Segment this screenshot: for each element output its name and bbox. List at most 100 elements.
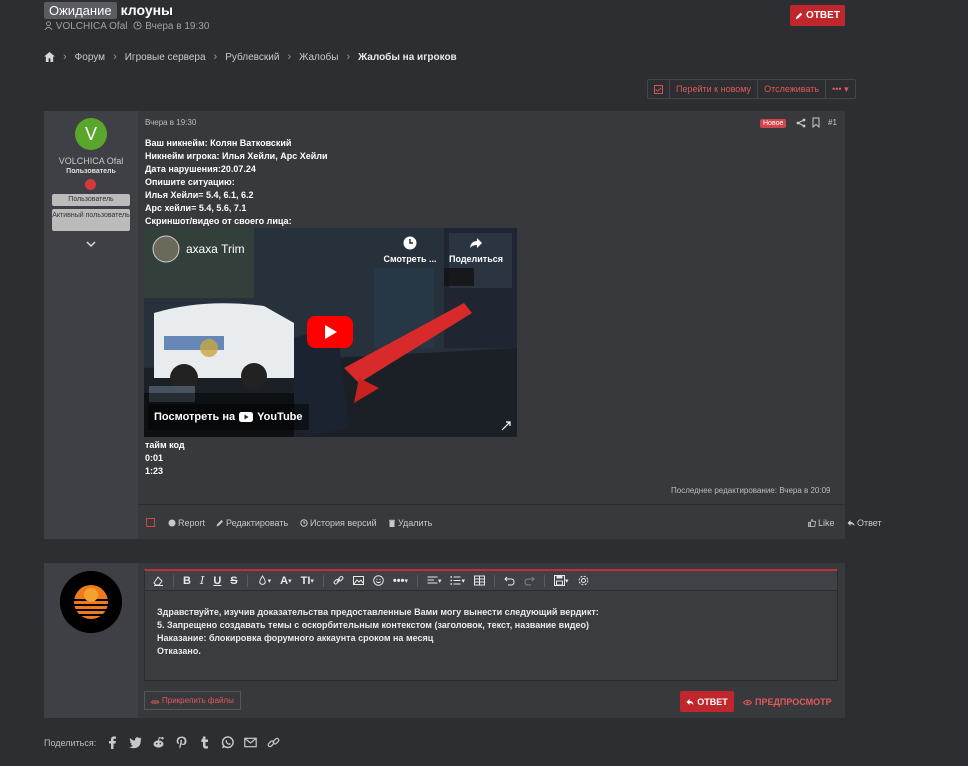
video-embed[interactable]: ахаха Trim Смотреть ... Поделиться Посмо… — [144, 228, 517, 437]
post-reply-button[interactable]: ОТВЕТ — [680, 691, 734, 712]
chevron-down-icon[interactable] — [84, 239, 98, 249]
toolbar-divider — [494, 574, 495, 587]
history-button[interactable]: История версий — [300, 518, 377, 528]
like-label: Like — [818, 518, 835, 528]
delete-button[interactable]: Удалить — [388, 518, 432, 528]
post-number[interactable]: #1 — [828, 118, 837, 127]
save-draft-icon[interactable]: ▾ — [554, 575, 569, 586]
video-play-button[interactable] — [307, 316, 353, 348]
clock-icon — [403, 236, 417, 250]
table-icon[interactable] — [474, 575, 485, 586]
post-line: Арс хейли= 5.4, 5.6, 7.1 — [145, 203, 247, 213]
last-edited: Последнее редактирование: Вчера в 20:09 — [671, 486, 831, 495]
thread-prefix[interactable]: Ожидание — [44, 1, 117, 19]
reply-button-top-label: ОТВЕТ — [806, 10, 840, 21]
reply-editor[interactable]: B I U S ▾ A ▾ TI ▾ ••• ▾ ▾ ▾ ▾ Здравствуйте — [144, 569, 838, 681]
toolbar-divider — [246, 574, 248, 587]
share-arrow-icon — [470, 238, 482, 248]
thread-action-bar: Перейти к новому Отслеживать ••• ▾ — [647, 79, 856, 99]
reddit-icon[interactable] — [152, 736, 165, 749]
font-family-icon[interactable]: A ▾ — [280, 575, 291, 587]
user-title: Пользователь — [66, 168, 116, 175]
quote-reply-button[interactable]: Ответ — [847, 518, 882, 528]
bookmark-icon[interactable] — [811, 117, 821, 128]
video-channel-title[interactable]: ахаха Trim — [186, 242, 245, 256]
thread-date: Вчера в 19:30 — [133, 21, 209, 32]
user-rank-icon — [85, 179, 96, 190]
post-line: Скриншот/видео от своего лица: — [145, 216, 292, 226]
reply-button-top[interactable]: ОТВЕТ — [790, 5, 845, 26]
video-share[interactable]: Поделиться — [448, 236, 504, 264]
breadcrumb-item-server[interactable]: Рублевский — [225, 52, 279, 63]
edit-button[interactable]: Редактировать — [216, 518, 288, 528]
redo-icon[interactable] — [524, 575, 535, 586]
quote-reply-label: Ответ — [857, 518, 882, 528]
post-line: Никнейм игрока: Илья Хейли, Арс Хейли — [145, 151, 328, 161]
link-icon[interactable] — [267, 736, 280, 749]
facebook-icon[interactable] — [106, 736, 119, 749]
breadcrumb-item-forum[interactable]: Форум — [75, 52, 105, 63]
select-checkbox[interactable] — [648, 80, 669, 98]
chevron-right-icon: › — [113, 51, 117, 63]
pinterest-icon[interactable] — [175, 736, 188, 749]
video-watch-later[interactable]: Смотреть ... — [382, 236, 438, 264]
avatar[interactable]: V — [75, 118, 107, 150]
gear-icon[interactable] — [578, 575, 589, 586]
reply-user-panel — [44, 563, 138, 718]
bold-icon[interactable]: B — [183, 575, 191, 587]
youtube-label: YouTube — [257, 411, 303, 423]
editor-line: Наказание: блокировка форумного аккаунта… — [157, 633, 434, 643]
undo-icon[interactable] — [504, 575, 515, 586]
thread-author[interactable]: VOLCHICA Ofal — [44, 21, 127, 32]
preview-label: ПРЕДПРОСМОТР — [755, 697, 832, 707]
share-icon[interactable] — [796, 118, 806, 128]
video-share-label: Поделиться — [448, 254, 503, 264]
post-username[interactable]: VOLCHICA Ofal — [44, 156, 138, 166]
thread-title: клоуны — [120, 2, 174, 18]
select-post-checkbox[interactable] — [146, 518, 155, 527]
avatar[interactable] — [60, 571, 122, 633]
home-icon[interactable] — [44, 52, 55, 62]
watch-on-youtube[interactable]: Посмотреть на YouTube — [148, 404, 309, 430]
goto-new-button[interactable]: Перейти к новому — [669, 80, 757, 98]
trash-icon — [389, 519, 395, 527]
italic-icon[interactable]: I — [200, 574, 204, 587]
text-color-icon[interactable]: ▾ — [257, 575, 271, 586]
sunset-avatar-image — [60, 571, 122, 633]
more-actions-button[interactable]: ••• ▾ — [825, 80, 855, 98]
editor-content[interactable]: Здравствуйте, изучив доказательства пред… — [157, 606, 599, 658]
eye-icon — [743, 699, 752, 705]
fullscreen-icon[interactable] — [501, 421, 511, 431]
breadcrumb-item-complaints[interactable]: Жалобы — [299, 52, 338, 63]
font-size-icon[interactable]: TI ▾ — [301, 575, 314, 587]
chevron-right-icon: › — [213, 51, 218, 63]
strikethrough-icon[interactable]: S — [230, 575, 237, 587]
checkbox-icon — [654, 84, 663, 94]
breadcrumb: › Форум › Игровые сервера › Рублевский ›… — [44, 51, 457, 63]
post-line: Ваш никнейм: Колян Ватковский — [145, 138, 292, 148]
whatsapp-icon[interactable] — [221, 736, 235, 749]
post-date[interactable]: Вчера в 19:30 — [145, 118, 196, 127]
clear-format-icon[interactable] — [153, 575, 164, 586]
pencil-icon — [216, 520, 223, 527]
post-line: Опишите ситуацию: — [145, 177, 235, 187]
like-button[interactable]: Like — [808, 518, 835, 528]
link-icon[interactable] — [333, 575, 344, 586]
editor-line: Отказано. — [157, 646, 201, 656]
breadcrumb-item-game-servers[interactable]: Игровые сервера — [125, 52, 206, 63]
watch-button[interactable]: Отслеживать — [757, 80, 825, 98]
align-icon[interactable]: ▾ — [427, 575, 441, 586]
pencil-icon — [795, 12, 803, 19]
email-icon[interactable] — [244, 736, 258, 749]
more-options-icon[interactable]: ••• ▾ — [393, 575, 408, 587]
preview-button[interactable]: ПРЕДПРОСМОТР — [743, 697, 832, 707]
image-icon[interactable] — [352, 575, 364, 586]
report-button[interactable]: Report — [168, 518, 205, 528]
list-icon[interactable]: ▾ — [450, 575, 465, 586]
twitter-icon[interactable] — [129, 736, 142, 749]
tumblr-icon[interactable] — [198, 736, 211, 749]
breadcrumb-item-current[interactable]: Жалобы на игроков — [358, 52, 457, 63]
attach-files-button[interactable]: Прикрепить файлы — [144, 691, 241, 710]
underline-icon[interactable]: U — [213, 575, 221, 587]
smiley-icon[interactable] — [373, 575, 384, 586]
